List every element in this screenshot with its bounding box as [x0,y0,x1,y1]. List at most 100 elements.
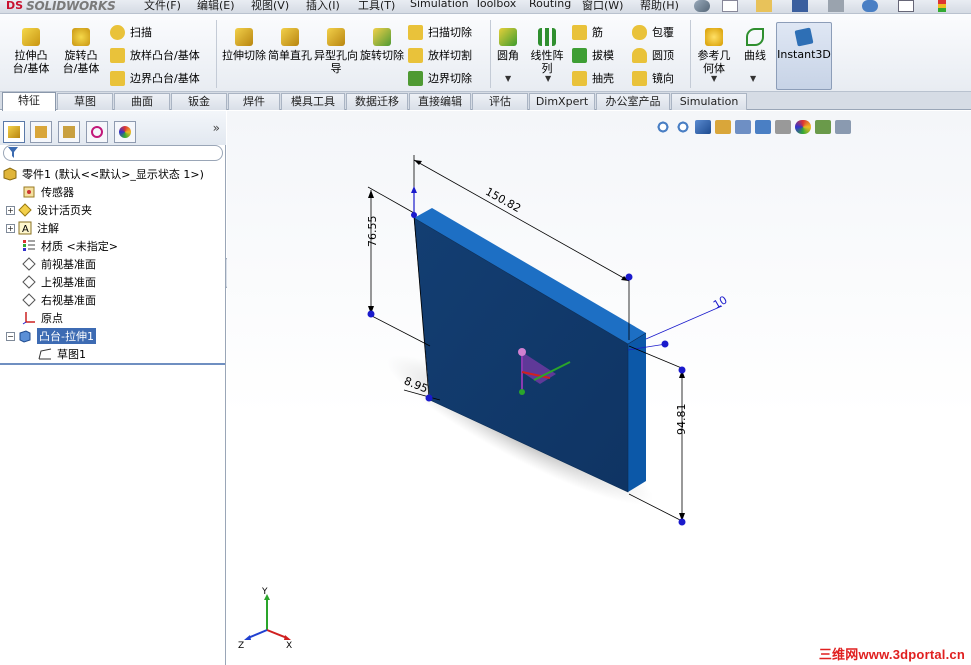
shell-button[interactable]: 抽壳 [572,69,614,87]
corner-vertex-marker[interactable] [411,212,417,218]
tab-simulation[interactable]: Simulation [671,93,747,110]
select-arrow-icon[interactable] [898,0,914,12]
view-settings-icon[interactable] [835,120,851,134]
tree-item-annotations[interactable]: + A 注解 [0,219,226,237]
boundary-cut-button[interactable]: 边界切除 [408,69,472,87]
tree-item-material[interactable]: 材质 <未指定> [0,237,226,255]
tab-property-manager[interactable] [30,121,52,143]
tab-features[interactable]: 特征 [2,92,56,111]
tab-dimxpert-manager[interactable] [86,121,108,143]
tree-item-sensors[interactable]: 传感器 [0,183,226,201]
open-folder-icon[interactable] [756,0,772,12]
menu-insert[interactable]: 插入(I) [306,0,340,13]
traffic-light-icon[interactable] [938,0,946,12]
reference-geometry-button[interactable]: 参考几何体 [694,28,734,75]
dome-button[interactable]: 圆顶 [632,46,674,64]
tree-item-right-plane[interactable]: 右视基准面 [0,291,226,309]
extrude-cut-icon [235,28,253,46]
triad-x-label: X [286,641,292,651]
curves-dropdown-icon[interactable]: ▼ [750,74,756,83]
fillet-dropdown-icon[interactable]: ▼ [505,74,511,83]
menu-routing[interactable]: Routing [529,0,571,10]
tab-direct-editing[interactable]: 直接编辑 [409,93,471,110]
hole-wizard-button[interactable]: 异型孔向导 [314,28,358,75]
tab-surfaces[interactable]: 曲面 [114,93,170,110]
tab-weldments[interactable]: 焊件 [228,93,280,110]
instant3d-button[interactable]: Instant3D [776,22,832,90]
tab-dimxpert[interactable]: DimXpert [529,93,595,110]
tree-item-front-plane[interactable]: 前视基准面 [0,255,226,273]
lofted-cut-button[interactable]: 放样切割 [408,46,472,64]
tree-root-part[interactable]: 零件1 (默认<<默认>_显示状态 1>) [0,165,226,183]
sweep-button[interactable]: 扫描 [110,23,152,41]
previous-view-icon[interactable] [695,120,711,134]
print-icon[interactable] [828,0,844,12]
expand-toggle-icon[interactable]: + [6,205,15,215]
tree-item-label: 注解 [37,222,59,235]
zoom-to-fit-icon[interactable] [655,120,671,134]
menu-file[interactable]: 文件(F) [144,0,181,13]
swept-cut-button[interactable]: 扫描切除 [408,23,472,41]
curves-button[interactable]: 曲线 [738,28,772,62]
tree-item-top-plane[interactable]: 上视基准面 [0,273,226,291]
zoom-to-area-icon[interactable] [675,120,691,134]
tab-sketch[interactable]: 草图 [57,93,113,110]
solidworks-logo[interactable]: DS SOLIDWORKS [0,0,128,13]
extrude-boss-button[interactable]: 拉伸凸台/基体 [8,28,54,75]
pattern-dropdown-icon[interactable]: ▼ [545,74,551,83]
wrap-button[interactable]: 包覆 [632,23,674,41]
tree-item-origin[interactable]: 原点 [0,309,226,327]
section-view-icon[interactable] [715,120,731,134]
edit-appearance-icon[interactable] [795,120,811,134]
tree-item-boss-extrude[interactable]: − 凸台-拉伸1 [0,327,226,345]
simple-hole-button[interactable]: 简单直孔 [268,28,312,62]
expand-toggle-icon[interactable]: + [6,223,15,233]
collapse-chevron-icon[interactable]: » [213,121,220,135]
collapse-toggle-icon[interactable]: − [6,331,15,341]
save-icon[interactable] [792,0,808,12]
reference-geometry-dropdown-icon[interactable]: ▼ [711,74,717,83]
menu-help[interactable]: 帮助(H) [640,0,679,13]
rib-button[interactable]: 筋 [572,23,603,41]
undo-icon[interactable] [862,0,878,12]
tab-mold-tools[interactable]: 模具工具 [281,93,345,110]
tab-sheet-metal[interactable]: 钣金 [171,93,227,110]
menu-view[interactable]: 视图(V) [251,0,289,13]
menu-window[interactable]: 窗口(W) [582,0,623,13]
draft-icon [572,47,587,63]
menu-toolbox[interactable]: Toolbox [475,0,516,10]
menu-simulation[interactable]: Simulation [410,0,469,10]
tree-item-sketch[interactable]: 草图1 [0,345,226,363]
sweep-label: 扫描 [130,26,152,39]
pin-icon[interactable] [694,0,710,12]
swept-cut-icon [408,24,423,40]
tab-office-products[interactable]: 办公室产品 [596,93,670,110]
triad-y-label: Y [261,587,268,597]
extrude-cut-button[interactable]: 拉伸切除 [222,28,266,62]
graphics-area[interactable]: 150.82 76.55 10 94.81 8.95 Y X Z [227,111,971,665]
new-document-icon[interactable] [722,0,738,12]
revolve-boss-button[interactable]: 旋转凸台/基体 [58,28,104,75]
part-side-face[interactable] [628,333,646,492]
menu-edit[interactable]: 编辑(E) [197,0,235,13]
feature-filter-input[interactable] [3,145,223,161]
tab-feature-tree[interactable] [3,121,25,143]
tab-display-manager[interactable] [114,121,136,143]
tree-item-design-binder[interactable]: + 设计活页夹 [0,201,226,219]
loft-boss-button[interactable]: 放样凸台/基体 [110,46,200,64]
tab-data-migration[interactable]: 数据迁移 [346,93,408,110]
draft-button[interactable]: 拔模 [572,46,614,64]
hide-show-items-icon[interactable] [775,120,791,134]
revolve-cut-button[interactable]: 旋转切除 [360,28,404,62]
tab-configuration-manager[interactable] [58,121,80,143]
tab-evaluate[interactable]: 评估 [472,93,528,110]
shell-icon [572,70,587,86]
boundary-boss-button[interactable]: 边界凸台/基体 [110,69,200,87]
apply-scene-icon[interactable] [815,120,831,134]
mirror-button[interactable]: 镜向 [632,69,674,87]
menu-tools[interactable]: 工具(T) [358,0,395,13]
linear-pattern-button[interactable]: 线性阵列 [526,28,568,75]
fillet-button[interactable]: 圆角 [494,28,522,62]
display-style-icon[interactable] [755,120,771,134]
view-orientation-icon[interactable] [735,120,751,134]
